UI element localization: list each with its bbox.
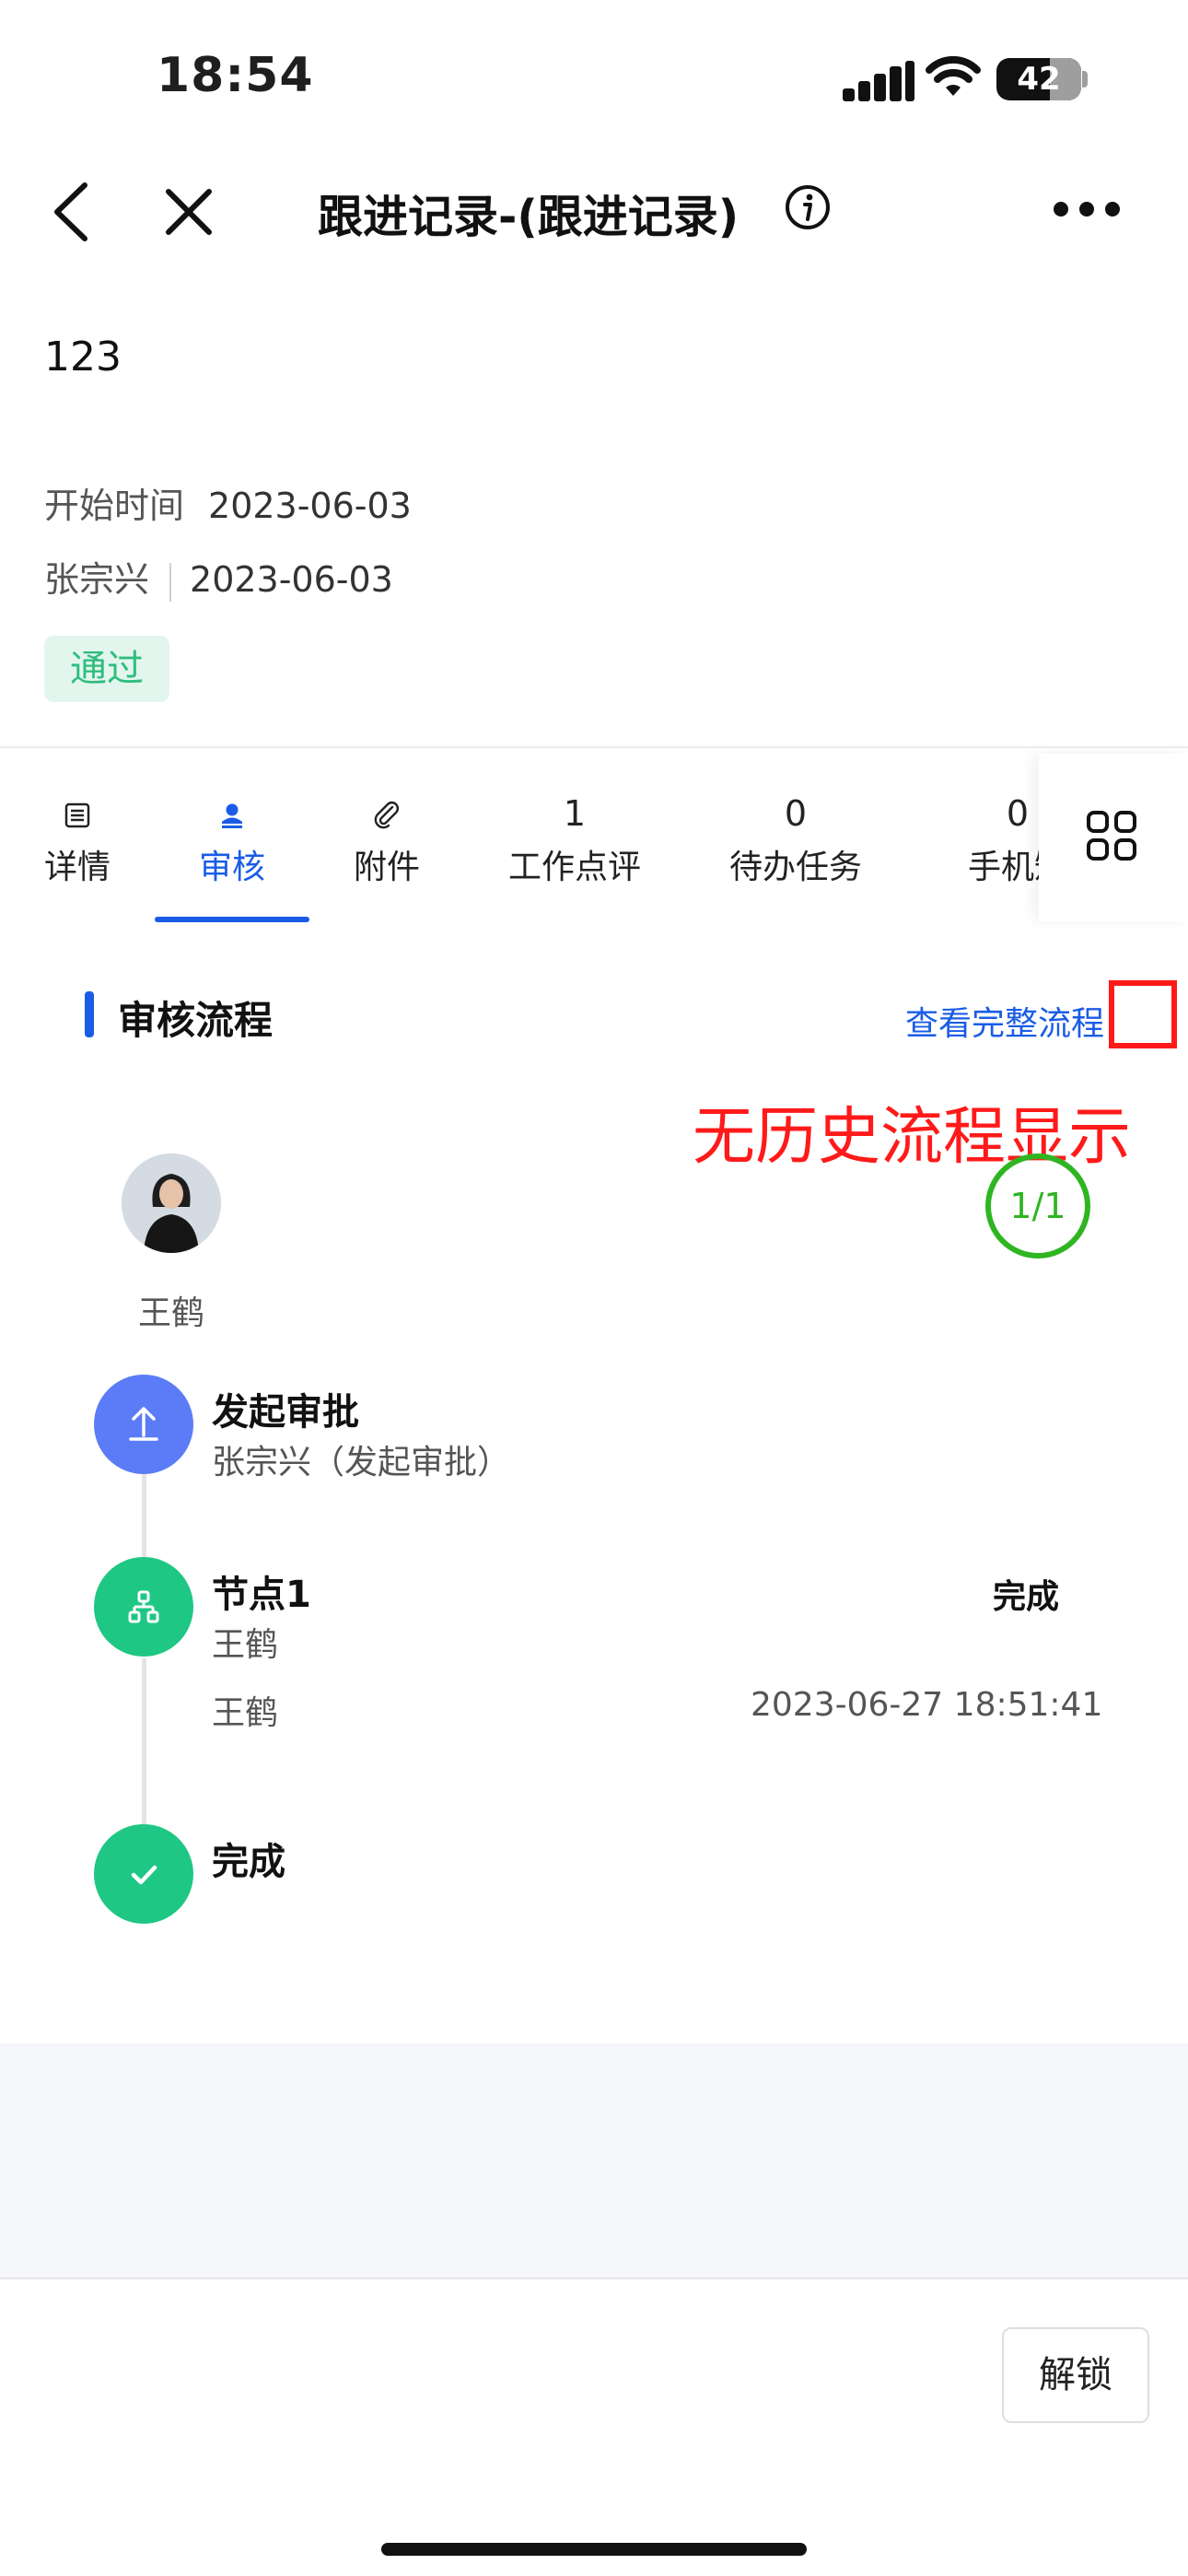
page-indicator: 1/1	[985, 1153, 1090, 1259]
active-tab-indicator	[155, 917, 309, 922]
timeline-line	[142, 1658, 146, 1824]
org-chart-icon	[128, 1590, 159, 1623]
step-initiate-icon	[94, 1375, 193, 1474]
wifi-icon	[925, 53, 982, 103]
tab-label: 详情	[43, 849, 111, 886]
step-complete-icon	[94, 1824, 193, 1924]
battery-icon: 42	[996, 58, 1081, 100]
avatar	[122, 1153, 221, 1253]
step-subtitle: 王鹤	[212, 1626, 279, 1664]
cellular-signal-icon	[843, 61, 916, 101]
unlock-button[interactable]: 解锁	[1002, 2327, 1149, 2423]
tab-count: 1	[563, 793, 587, 834]
tab-label: 待办任务	[728, 849, 862, 886]
tab-label: 附件	[353, 849, 420, 886]
creator-name: 张宗兴	[44, 559, 150, 600]
tab-details[interactable]: 详情	[35, 790, 120, 888]
content-spacer	[0, 2043, 1188, 2277]
step-status: 完成	[993, 1578, 1060, 1616]
person-icon	[184, 790, 280, 837]
close-icon[interactable]	[161, 184, 216, 240]
tab-count: 0	[784, 793, 808, 834]
step-node-icon	[94, 1557, 193, 1657]
view-full-flow-link[interactable]: 查看完整流程	[905, 997, 1104, 1045]
status-time: 18:54	[157, 48, 314, 103]
start-time-label: 开始时间	[44, 486, 185, 526]
timeline-line	[142, 1474, 146, 1557]
check-icon	[131, 1865, 157, 1885]
approver-name: 王鹤	[138, 1294, 205, 1332]
section-accent-bar	[85, 991, 94, 1037]
step-title: 节点1	[212, 1574, 311, 1616]
step-title: 完成	[212, 1841, 285, 1883]
tab-label: 工作点评	[507, 849, 641, 886]
tab-todo-tasks[interactable]: 0 待办任务	[722, 790, 869, 888]
tab-grid-button[interactable]	[1039, 754, 1188, 921]
list-icon	[35, 790, 120, 837]
paperclip-icon	[341, 790, 433, 837]
tab-review[interactable]: 审核	[184, 790, 280, 888]
divider	[0, 2277, 1188, 2279]
battery-tip	[1082, 71, 1088, 88]
home-indicator[interactable]	[381, 2543, 807, 2556]
start-time-value: 2023-06-03	[208, 486, 412, 526]
separator	[169, 562, 172, 602]
grid-icon	[1087, 811, 1136, 861]
record-title: 123	[44, 334, 122, 381]
start-time-row: 开始时间 2023-06-03	[44, 477, 412, 528]
step-subtitle: 张宗兴（发起审批）	[212, 1444, 511, 1481]
tab-work-review[interactable]: 1 工作点评	[501, 790, 648, 888]
status-badge: 通过	[44, 636, 169, 702]
more-icon[interactable]	[1050, 198, 1124, 220]
tab-attachments[interactable]: 附件	[341, 790, 433, 888]
step-title: 发起审批	[212, 1391, 359, 1434]
divider	[0, 746, 1188, 748]
page-title: 跟进记录-(跟进记录)	[318, 191, 740, 243]
creator-row: 张宗兴 2023-06-03	[44, 551, 393, 602]
info-icon[interactable]	[785, 184, 831, 230]
created-date: 2023-06-03	[190, 559, 393, 600]
step-time: 2023-06-27 18:51:41	[751, 1686, 1103, 1724]
tab-label: 审核	[198, 849, 265, 886]
back-icon[interactable]	[46, 180, 101, 244]
section-title: 审核流程	[118, 998, 274, 1043]
upload-icon	[129, 1407, 158, 1441]
step-operator: 王鹤	[212, 1694, 279, 1732]
annotation-box	[1109, 980, 1177, 1048]
battery-level: 42	[1017, 61, 1061, 98]
